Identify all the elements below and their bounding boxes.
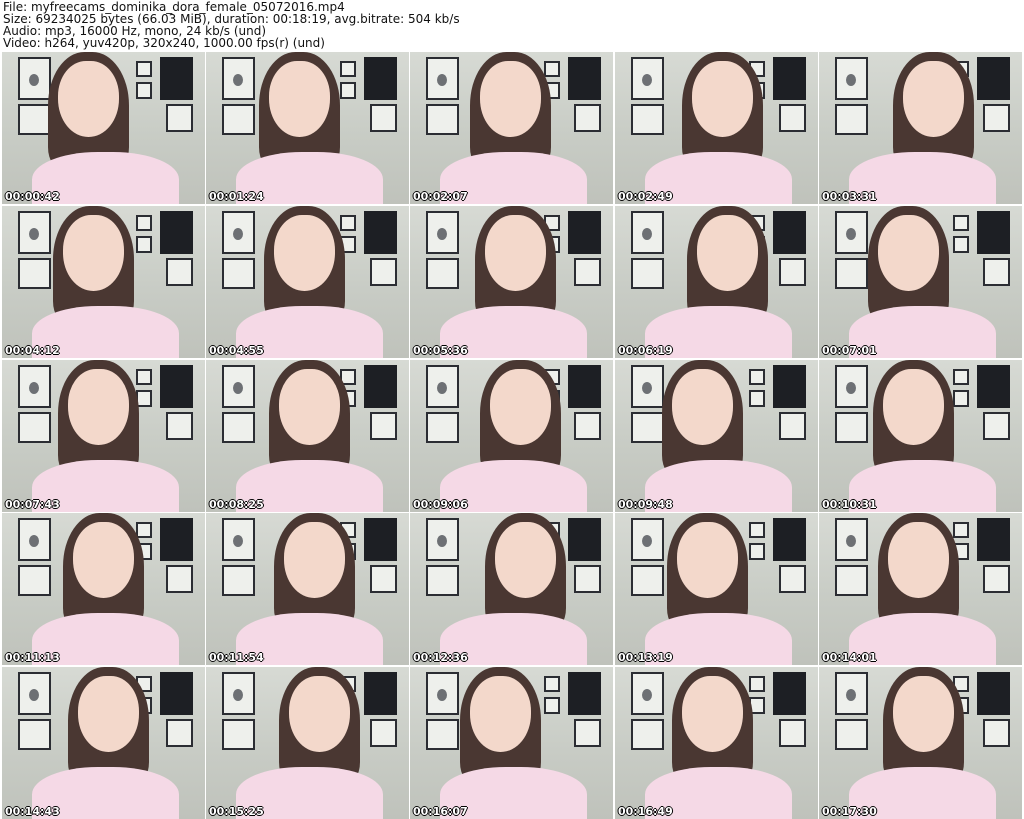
timestamp-label: 00:11:54: [209, 651, 264, 664]
video-thumbnail: 00:06:19: [615, 206, 818, 358]
timestamp-label: 00:14:43: [5, 805, 60, 818]
video-thumbnail: 00:16:49: [615, 667, 818, 819]
video-thumbnail: 00:14:01: [819, 513, 1022, 665]
video-thumbnail: 00:09:48: [615, 360, 818, 512]
video-thumbnail: 00:15:25: [206, 667, 409, 819]
video-thumbnail: 00:17:30: [819, 667, 1022, 819]
video-thumbnail: 00:07:43: [2, 360, 205, 512]
video-thumbnail: 00:07:01: [819, 206, 1022, 358]
video-thumbnail: 00:04:55: [206, 206, 409, 358]
timestamp-label: 00:16:49: [618, 805, 673, 818]
timestamp-label: 00:10:31: [822, 498, 877, 511]
timestamp-label: 00:07:01: [822, 344, 877, 357]
video-thumbnail: 00:13:19: [615, 513, 818, 665]
timestamp-label: 00:14:01: [822, 651, 877, 664]
timestamp-label: 00:12:36: [413, 651, 468, 664]
thumbnail-grid: 00:00:42 00:01:24 00:02:07 00:02:49 00:03:31…: [0, 50, 1024, 819]
timestamp-label: 00:17:30: [822, 805, 877, 818]
video-thumbnail: 00:02:49: [615, 52, 818, 204]
video-thumbnail: 00:03:31: [819, 52, 1022, 204]
timestamp-label: 00:07:43: [5, 498, 60, 511]
video-info-line: Video: h264, yuv420p, 320x240, 1000.00 f…: [3, 36, 325, 50]
video-thumbnail: 00:10:31: [819, 360, 1022, 512]
timestamp-label: 00:09:06: [413, 498, 468, 511]
timestamp-label: 00:03:31: [822, 190, 877, 203]
timestamp-label: 00:00:42: [5, 190, 60, 203]
timestamp-label: 00:04:12: [5, 344, 60, 357]
video-thumbnail: 00:14:43: [2, 667, 205, 819]
timestamp-label: 00:11:13: [5, 651, 60, 664]
timestamp-label: 00:08:25: [209, 498, 264, 511]
timestamp-label: 00:16:07: [413, 805, 468, 818]
timestamp-label: 00:02:07: [413, 190, 468, 203]
timestamp-label: 00:02:49: [618, 190, 673, 203]
video-thumbnail: 00:04:12: [2, 206, 205, 358]
video-thumbnail: 00:11:54: [206, 513, 409, 665]
video-thumbnail: 00:12:36: [410, 513, 613, 665]
file-info-header: File: myfreecams_dominika_dora_female_05…: [0, 0, 1024, 50]
timestamp-label: 00:06:19: [618, 344, 673, 357]
timestamp-label: 00:05:36: [413, 344, 468, 357]
timestamp-label: 00:04:55: [209, 344, 264, 357]
video-thumbnail: 00:09:06: [410, 360, 613, 512]
video-thumbnail: 00:11:13: [2, 513, 205, 665]
video-thumbnail: 00:05:36: [410, 206, 613, 358]
timestamp-label: 00:13:19: [618, 651, 673, 664]
video-thumbnail: 00:16:07: [410, 667, 613, 819]
timestamp-label: 00:15:25: [209, 805, 264, 818]
video-thumbnail: 00:02:07: [410, 52, 613, 204]
video-thumbnail: 00:08:25: [206, 360, 409, 512]
timestamp-label: 00:01:24: [209, 190, 264, 203]
video-thumbnail: 00:00:42: [2, 52, 205, 204]
timestamp-label: 00:09:48: [618, 498, 673, 511]
video-thumbnail: 00:01:24: [206, 52, 409, 204]
